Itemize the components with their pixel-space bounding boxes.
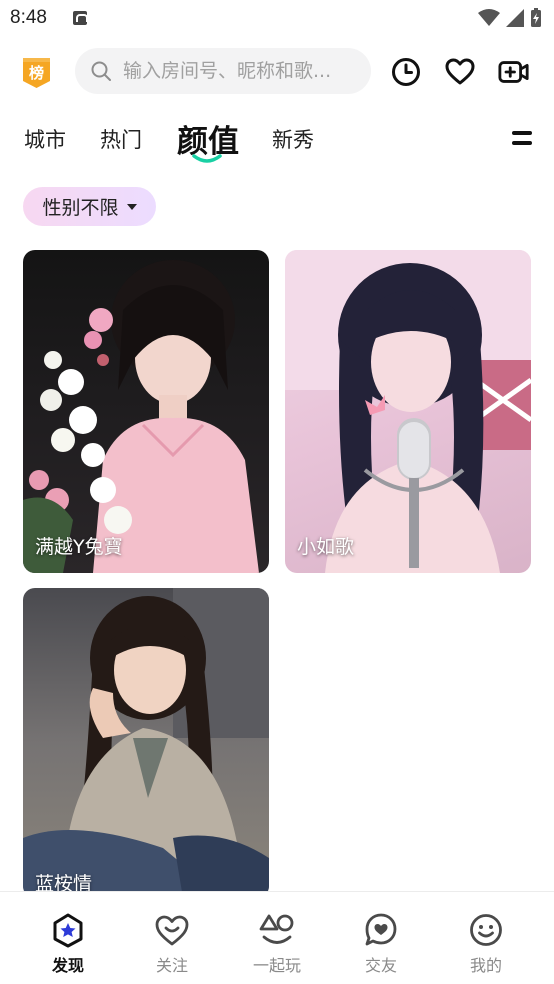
room-card[interactable]: 蓝桉情: [23, 588, 269, 898]
search-input[interactable]: [123, 48, 363, 94]
streamer-name: 满越Y兔寶: [35, 536, 123, 558]
nav-discover[interactable]: 发现: [28, 892, 108, 984]
nav-play-together[interactable]: 一起玩: [237, 892, 317, 984]
nav-make-friends[interactable]: 交友: [341, 892, 421, 984]
rank-badge-label: 榜: [28, 64, 44, 82]
tab-city[interactable]: 城市: [24, 124, 66, 154]
rank-badge-button[interactable]: 榜: [21, 56, 52, 89]
tabs-menu-icon[interactable]: [512, 131, 532, 147]
search-bar[interactable]: [75, 48, 371, 94]
shapes-icon: [259, 914, 294, 944]
status-indicators: [478, 8, 542, 28]
tab-newcomers[interactable]: 新秀: [272, 124, 314, 154]
search-icon: [91, 61, 111, 81]
favorites-heart-icon[interactable]: [444, 56, 476, 88]
streamer-cover-image: [23, 588, 269, 898]
nav-label: 我的: [469, 956, 502, 975]
history-clock-icon[interactable]: [390, 56, 422, 88]
streamer-cover-image: [23, 260, 259, 573]
tab-hot[interactable]: 热门: [100, 124, 142, 154]
bottom-navigation: 发现 关注 一起玩 交友 我的: [0, 891, 554, 984]
gender-filter-dropdown[interactable]: 性别不限: [23, 187, 156, 226]
app-notification-icon: [73, 11, 88, 25]
discover-icon: [53, 913, 83, 948]
heart-smile-icon: [155, 915, 189, 946]
caret-down-icon: [126, 203, 137, 210]
nav-me[interactable]: 我的: [446, 892, 526, 984]
status-bar: 8:48: [0, 0, 554, 38]
wifi-icon: [478, 9, 500, 26]
nav-label: 发现: [51, 956, 84, 975]
streamer-name: 小如歌: [297, 536, 355, 558]
nav-label: 交友: [364, 956, 397, 975]
streamer-cover-image: [285, 250, 531, 573]
signal-icon: [506, 9, 524, 27]
status-time: 8:48: [10, 7, 47, 28]
nav-follow[interactable]: 关注: [132, 892, 212, 984]
go-live-camera-icon[interactable]: [498, 56, 530, 88]
battery-icon: [531, 8, 541, 27]
chat-heart-icon: [365, 913, 397, 946]
top-header: 榜: [0, 44, 554, 100]
smiley-icon: [470, 914, 502, 946]
room-card[interactable]: 满越Y兔寶: [23, 250, 269, 573]
nav-label: 一起玩: [252, 956, 301, 975]
active-tab-indicator: [192, 154, 222, 163]
room-card[interactable]: 小如歌: [285, 250, 531, 573]
nav-label: 关注: [155, 956, 188, 975]
category-tabs: 城市 热门 颜值 新秀: [0, 112, 554, 168]
gender-filter-label: 性别不限: [42, 197, 119, 219]
